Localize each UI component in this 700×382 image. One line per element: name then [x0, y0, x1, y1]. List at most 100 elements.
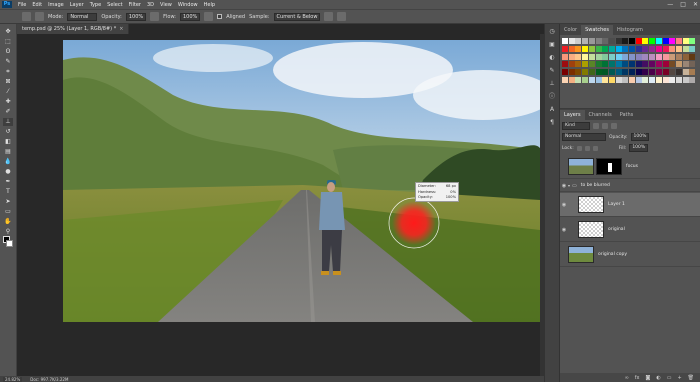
color-swatch[interactable] — [662, 69, 669, 76]
menu-type[interactable]: Type — [87, 2, 104, 8]
color-swatch[interactable] — [682, 38, 689, 44]
color-swatch[interactable] — [675, 45, 682, 52]
path-selection-tool-icon[interactable]: ➤ — [3, 198, 13, 206]
color-swatch[interactable] — [615, 45, 622, 52]
healing-brush-tool-icon[interactable]: ✚ — [3, 98, 13, 106]
new-layer-icon[interactable]: + — [677, 375, 681, 381]
delete-layer-icon[interactable]: 🗑 — [688, 375, 694, 381]
eraser-tool-icon[interactable]: ◧ — [3, 138, 13, 146]
color-swatch[interactable] — [575, 77, 582, 83]
menu-help[interactable]: Help — [201, 2, 218, 8]
quick-select-tool-icon[interactable]: ✎ — [3, 58, 13, 66]
color-swatch[interactable] — [689, 45, 696, 52]
color-swatch[interactable] — [622, 45, 629, 52]
color-swatch[interactable] — [615, 77, 622, 83]
visibility-icon[interactable]: ◉ — [560, 202, 568, 208]
color-swatch[interactable] — [602, 38, 609, 44]
dodge-tool-icon[interactable]: ● — [3, 168, 13, 176]
color-swatch[interactable] — [608, 45, 615, 52]
mode-select[interactable]: Normal — [67, 12, 98, 21]
info-panel-icon[interactable]: ⓘ — [548, 93, 557, 101]
color-swatch[interactable] — [635, 53, 642, 60]
color-swatch[interactable] — [608, 53, 615, 60]
color-swatch[interactable] — [595, 45, 602, 52]
move-tool-icon[interactable]: ✥ — [3, 28, 13, 36]
color-swatch[interactable] — [642, 38, 649, 44]
color-swatch[interactable] — [602, 69, 609, 76]
color-swatch[interactable] — [588, 53, 595, 60]
pressure-size-icon[interactable] — [337, 12, 347, 21]
kind-filter-select[interactable]: Kind — [562, 122, 590, 130]
color-swatch[interactable] — [575, 45, 582, 52]
color-swatch[interactable] — [629, 77, 635, 83]
color-swatch[interactable] — [649, 69, 656, 76]
gradient-tool-icon[interactable]: ▤ — [3, 148, 13, 156]
color-swatch[interactable] — [635, 45, 642, 52]
zoom-level[interactable]: 24.82% — [3, 376, 23, 382]
color-swatch[interactable] — [669, 53, 676, 60]
color-swatch[interactable] — [595, 69, 602, 76]
color-swatch[interactable] — [635, 61, 642, 68]
flow-field[interactable]: 100% — [180, 12, 201, 21]
ignore-adjustment-icon[interactable] — [324, 12, 334, 21]
menu-image[interactable]: Image — [45, 2, 67, 8]
minimize-button[interactable]: — — [667, 1, 673, 8]
color-swatch[interactable] — [675, 77, 682, 83]
color-swatch[interactable] — [689, 77, 696, 83]
color-swatch[interactable] — [649, 77, 656, 83]
color-swatch[interactable] — [568, 61, 575, 68]
lasso-tool-icon[interactable]: ʘ — [3, 48, 13, 56]
color-swatch[interactable] — [562, 61, 568, 68]
color-swatch[interactable] — [662, 61, 669, 68]
layer-row-original[interactable]: ◉ original — [560, 218, 700, 242]
color-swatch[interactable] — [568, 69, 575, 76]
lock-position-icon[interactable] — [584, 145, 590, 151]
pressure-opacity-icon[interactable] — [150, 12, 160, 21]
color-swatch[interactable] — [642, 53, 649, 60]
color-swatch[interactable] — [629, 69, 635, 76]
color-swatch[interactable] — [689, 69, 696, 76]
color-swatch[interactable] — [629, 45, 635, 52]
hand-tool-icon[interactable]: ✋ — [3, 218, 13, 226]
layer-group-to-be-blurred[interactable]: ◉ ▾ ▭ to be blurred — [560, 180, 700, 192]
tab-swatches[interactable]: Swatches — [581, 25, 613, 35]
photo-canvas[interactable] — [63, 40, 540, 322]
pen-tool-icon[interactable]: ✒ — [3, 178, 13, 186]
color-swatch[interactable] — [655, 45, 662, 52]
color-swatch[interactable] — [682, 45, 689, 52]
color-swatch[interactable] — [682, 77, 689, 83]
color-swatch[interactable] — [588, 69, 595, 76]
color-swatch[interactable] — [588, 45, 595, 52]
marquee-tool-icon[interactable]: ⬚ — [3, 38, 13, 46]
type-tool-icon[interactable]: T — [3, 188, 13, 196]
color-swatch[interactable] — [575, 69, 582, 76]
color-swatch[interactable] — [642, 45, 649, 52]
color-swatch[interactable] — [588, 38, 595, 44]
color-swatch[interactable] — [615, 61, 622, 68]
color-swatch[interactable] — [655, 38, 662, 44]
brush-tool-icon[interactable]: ✐ — [3, 108, 13, 116]
color-swatch[interactable] — [588, 61, 595, 68]
clone-source-panel-icon[interactable]: ⊥ — [548, 80, 557, 88]
color-swatch[interactable] — [582, 38, 589, 44]
maximize-button[interactable]: □ — [680, 1, 686, 8]
color-swatch[interactable] — [608, 77, 615, 83]
color-swatch[interactable] — [642, 69, 649, 76]
brush-panel-icon[interactable]: ✎ — [548, 67, 557, 75]
blend-mode-select[interactable]: Normal — [562, 133, 606, 141]
filter-type-icon[interactable] — [611, 123, 617, 129]
menu-filter[interactable]: Filter — [126, 2, 144, 8]
aligned-checkbox[interactable] — [217, 14, 223, 19]
color-swatch[interactable] — [602, 53, 609, 60]
menu-file[interactable]: File — [15, 2, 29, 8]
color-swatch[interactable] — [582, 77, 589, 83]
color-swatch[interactable] — [655, 77, 662, 83]
opacity-field[interactable]: 100% — [125, 12, 147, 21]
clone-stamp-preset-icon[interactable] — [22, 12, 31, 21]
color-swatch[interactable] — [562, 53, 568, 60]
tab-layers[interactable]: Layers — [560, 110, 585, 120]
clone-stamp-tool-icon[interactable]: ⊥ — [3, 118, 13, 126]
color-swatch[interactable] — [689, 61, 696, 68]
add-mask-icon[interactable]: ◙ — [645, 375, 650, 381]
layer-row-focus[interactable]: focus — [560, 155, 700, 179]
